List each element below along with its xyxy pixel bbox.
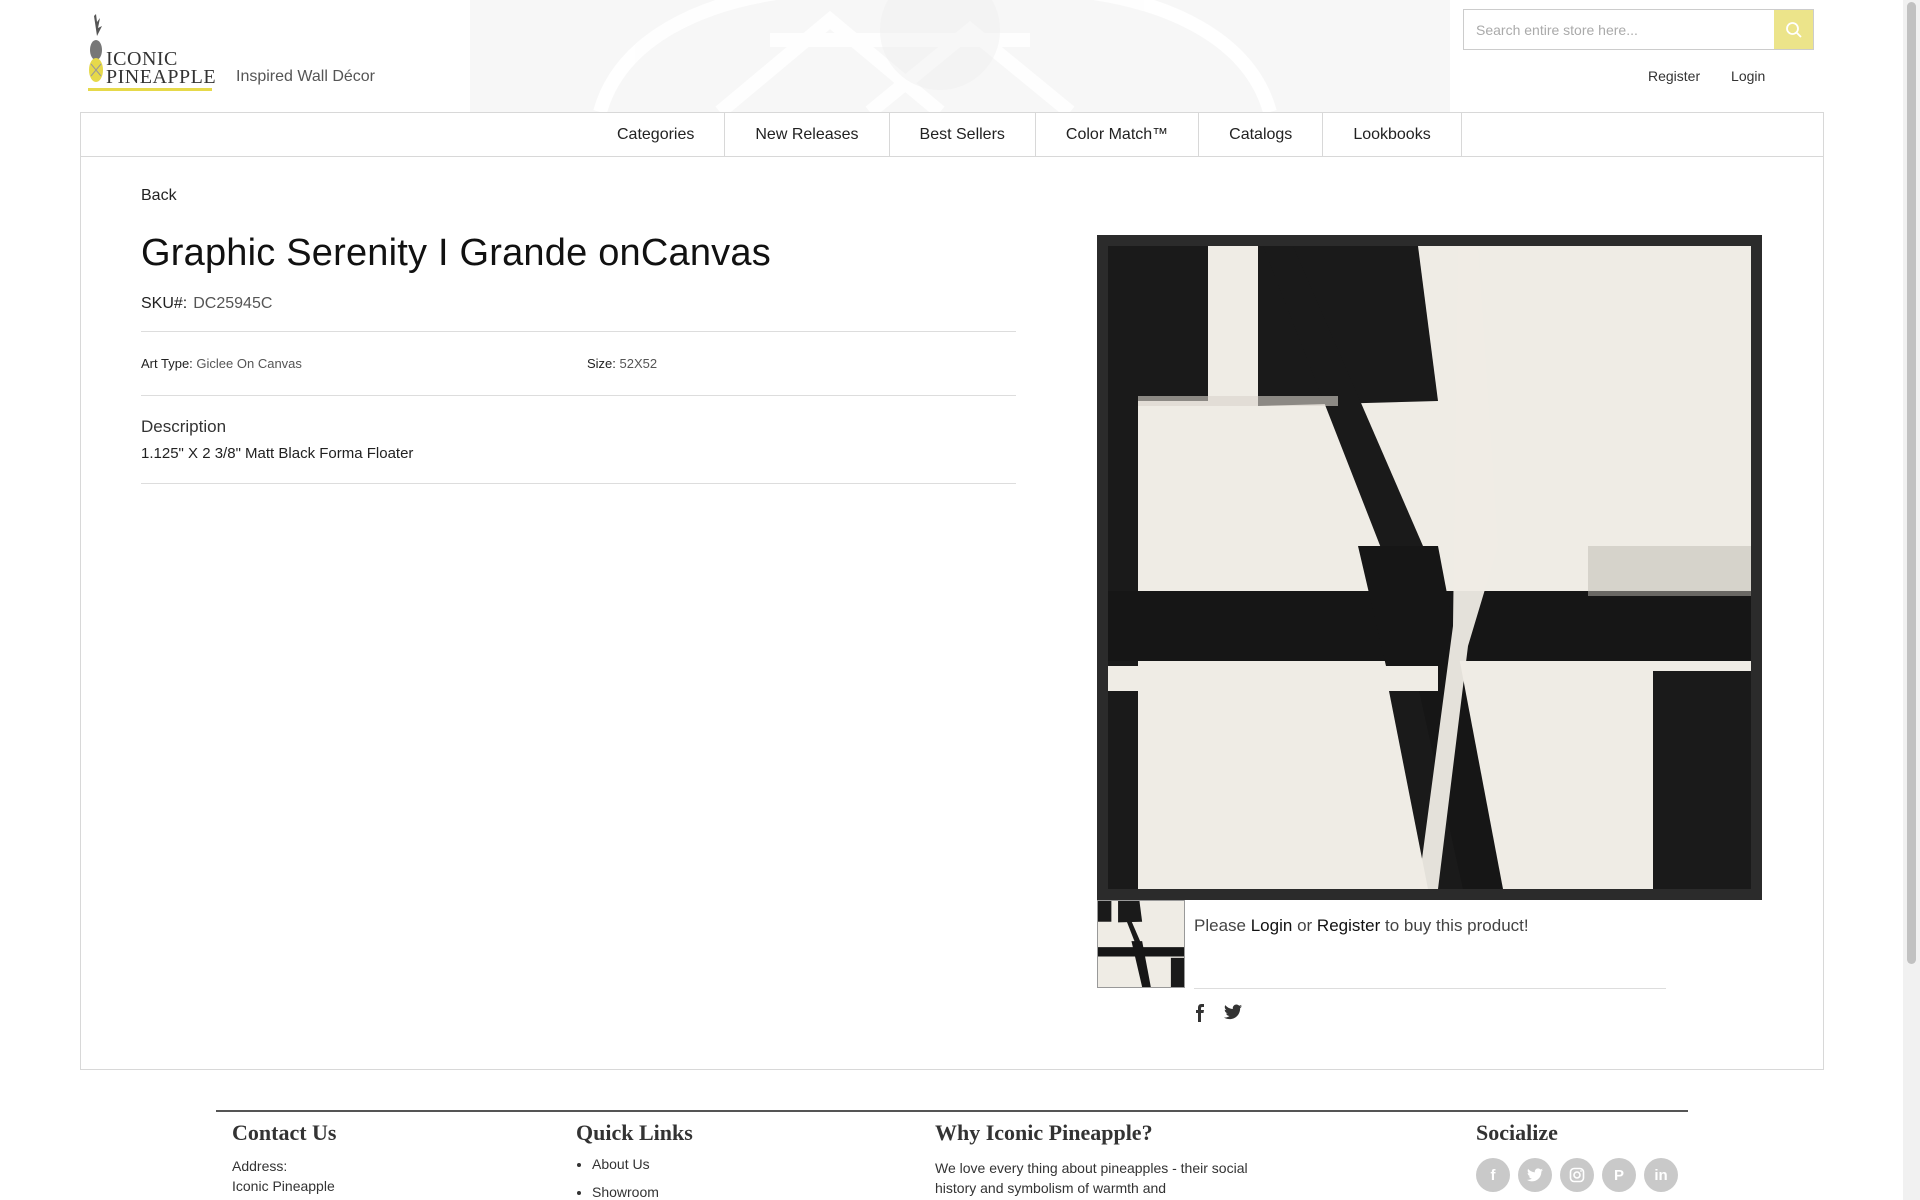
linkedin-icon[interactable]: in: [1644, 1158, 1678, 1192]
product-thumbnail[interactable]: [1097, 900, 1185, 988]
product-title: Graphic Serenity I Grande onCanvas: [141, 232, 771, 274]
back-link[interactable]: Back: [141, 187, 177, 205]
buy-notice: Please Login or Register to buy this pro…: [1194, 916, 1529, 936]
buy-suffix: to buy this product!: [1384, 916, 1529, 935]
search-box: [1463, 9, 1814, 50]
nav-item-new-releases[interactable]: New Releases: [725, 113, 890, 156]
artwork-image: [1108, 246, 1751, 889]
buy-prefix: Please: [1194, 916, 1246, 935]
nav-item-categories[interactable]: Categories: [586, 113, 726, 156]
footer-quicklinks-heading: Quick Links: [576, 1120, 693, 1145]
footer-quicklinks: About Us Showroom: [576, 1156, 659, 1200]
footer-link-showroom[interactable]: Showroom: [592, 1184, 659, 1200]
buy-register-link[interactable]: Register: [1317, 916, 1380, 935]
header-decoration: [470, 0, 1450, 112]
nav-item-lookbooks[interactable]: Lookbooks: [1323, 113, 1462, 156]
divider: [141, 483, 1016, 484]
social-links: f P in: [1476, 1158, 1678, 1192]
art-type-label: Art Type:: [141, 356, 193, 371]
instagram-icon[interactable]: [1560, 1158, 1594, 1192]
sku-label: SKU#:: [141, 295, 188, 312]
scrollbar-thumb[interactable]: [1907, 2, 1916, 964]
account-links: Register Login: [1648, 68, 1792, 84]
logo-line2: PINEAPPLE: [106, 66, 217, 88]
art-type-value: Giclee On Canvas: [196, 356, 302, 371]
twitter-icon[interactable]: [1518, 1158, 1552, 1192]
footer-why-text: We love every thing about pineapples - t…: [935, 1160, 1248, 1196]
twitter-icon[interactable]: [1224, 1004, 1242, 1020]
buy-login-link[interactable]: Login: [1251, 916, 1293, 935]
art-type: Art Type: Giclee On Canvas: [141, 356, 302, 371]
abstract-artwork-icon: [1108, 246, 1751, 889]
share-buttons: [1194, 1004, 1242, 1022]
buy-or: or: [1297, 916, 1313, 935]
site-header: ICONIC PINEAPPLE Inspired Wall Décor Reg…: [0, 0, 1920, 112]
login-link[interactable]: Login: [1731, 68, 1765, 84]
pineapple-logo-icon: [89, 14, 103, 82]
search-input[interactable]: [1464, 10, 1774, 49]
footer-contact-heading: Contact Us: [232, 1120, 337, 1145]
divider: [141, 395, 1016, 396]
size-label: Size:: [587, 356, 616, 371]
footer-link-about[interactable]: About Us: [592, 1156, 659, 1172]
facebook-icon[interactable]: f: [1476, 1158, 1510, 1192]
description-heading: Description: [141, 417, 227, 436]
divider: [1194, 988, 1666, 989]
pineapple-pattern-icon: [593, 0, 1277, 112]
footer-address-line: Iconic Pineapple: [232, 1178, 335, 1194]
facebook-icon[interactable]: [1194, 1004, 1206, 1022]
main-nav: Categories New Releases Best Sellers Col…: [80, 112, 1824, 157]
footer-divider: [216, 1110, 1688, 1112]
nav-item-catalogs[interactable]: Catalogs: [1199, 113, 1324, 156]
footer-why-heading: Why Iconic Pineapple?: [935, 1120, 1153, 1145]
search-icon: [1785, 21, 1802, 38]
thumbnail-artwork-icon: [1098, 901, 1184, 987]
nav-item-color-match[interactable]: Color Match™: [1036, 113, 1200, 156]
size: Size: 52X52: [587, 356, 657, 371]
divider: [141, 331, 1016, 332]
footer-address-label: Address:: [232, 1158, 288, 1174]
site-tagline: Inspired Wall Décor: [236, 68, 376, 85]
page-scrollbar[interactable]: [1903, 0, 1920, 1200]
pinterest-icon[interactable]: P: [1602, 1158, 1636, 1192]
site-logo[interactable]: ICONIC PINEAPPLE: [88, 14, 217, 91]
sku-value: DC25945C: [193, 295, 273, 312]
nav-items: Categories New Releases Best Sellers Col…: [586, 113, 1462, 156]
product-image[interactable]: [1097, 235, 1762, 900]
logo-underline: [88, 88, 212, 91]
register-link[interactable]: Register: [1648, 68, 1700, 84]
nav-item-best-sellers[interactable]: Best Sellers: [890, 113, 1036, 156]
description-text: 1.125" X 2 3/8" Matt Black Forma Floater: [141, 445, 414, 462]
search-button[interactable]: [1774, 10, 1813, 49]
size-value: 52X52: [619, 356, 658, 371]
product-sku: SKU#: DC25945C: [141, 295, 272, 313]
footer-socialize-heading: Socialize: [1476, 1120, 1558, 1145]
